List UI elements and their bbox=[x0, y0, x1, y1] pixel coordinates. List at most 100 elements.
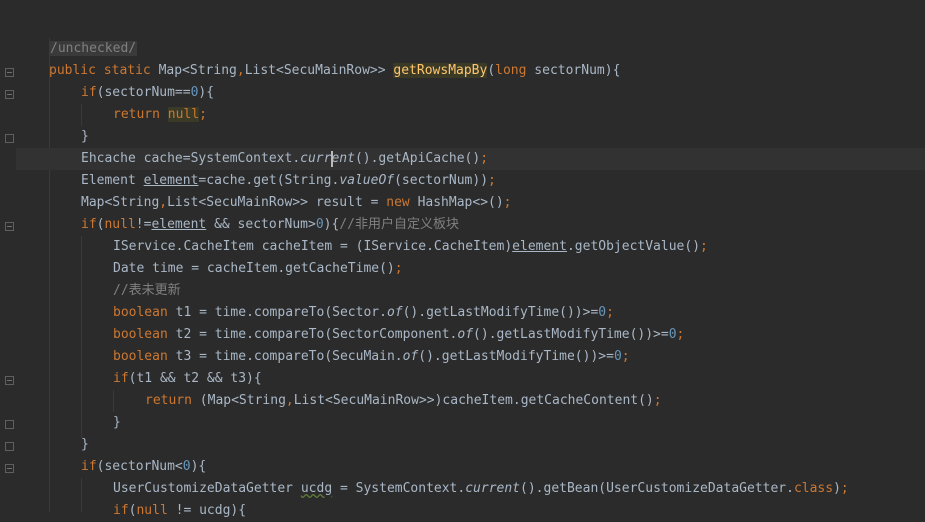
code-token: long bbox=[495, 63, 535, 78]
code-token: if bbox=[81, 85, 97, 100]
code-token: } bbox=[81, 129, 89, 144]
code-token: ; bbox=[621, 349, 630, 364]
code-token: } bbox=[113, 415, 121, 430]
code-token: Ehcache cache=SystemContext. bbox=[81, 151, 301, 166]
fold-marker-icon[interactable] bbox=[5, 90, 14, 99]
code-token: ().getLastModifyTime())>= bbox=[418, 349, 614, 364]
code-token: Map<String bbox=[81, 195, 160, 210]
code-token: ; bbox=[503, 195, 512, 210]
code-token: t1 = time.compareTo(Sector. bbox=[175, 305, 387, 320]
code-token: if bbox=[81, 459, 97, 474]
code-line[interactable]: } bbox=[16, 434, 925, 456]
code-token: 0 bbox=[315, 217, 324, 232]
code-token: element bbox=[143, 173, 199, 188]
code-line[interactable]: if(t1 && t2 && t3){ bbox=[16, 368, 925, 390]
fold-marker-icon[interactable] bbox=[5, 464, 14, 473]
code-token: ; bbox=[653, 393, 662, 408]
code-token: Element bbox=[81, 173, 144, 188]
code-token: Date time = cacheItem.getCacheTime() bbox=[113, 261, 395, 276]
code-token: = SystemContext. bbox=[332, 481, 466, 496]
code-line[interactable]: IService.CacheItem cacheItem = (IService… bbox=[16, 236, 925, 258]
code-token: 0 bbox=[182, 459, 191, 474]
code-token: //表未更新 bbox=[113, 283, 181, 298]
code-token: null bbox=[167, 107, 200, 122]
code-token: element bbox=[151, 217, 207, 232]
code-line[interactable]: } bbox=[16, 412, 925, 434]
code-line[interactable]: public static Map<String,List<SecuMainRo… bbox=[16, 60, 925, 82]
code-token: boolean bbox=[113, 349, 176, 364]
code-token: current bbox=[300, 151, 355, 166]
code-token: of bbox=[457, 327, 474, 342]
code-token: != bbox=[135, 217, 152, 232]
code-token: null bbox=[136, 503, 168, 518]
code-token: UserCustomizeDataGetter bbox=[113, 481, 301, 496]
code-token: 0 bbox=[668, 327, 677, 342]
code-token: ; bbox=[488, 173, 496, 188]
code-token: sectorNum){ bbox=[534, 63, 621, 78]
code-line[interactable]: return (Map<String,List<SecuMainRow>>)ca… bbox=[16, 390, 925, 412]
code-token: && sectorNum> bbox=[206, 217, 316, 232]
fold-marker-icon[interactable] bbox=[5, 376, 14, 385]
code-token: getRowsMapBy bbox=[393, 63, 488, 78]
code-token: 0 bbox=[613, 349, 622, 364]
code-line[interactable]: return null; bbox=[16, 104, 925, 126]
code-token: if bbox=[81, 217, 97, 232]
code-token: if bbox=[113, 371, 129, 386]
code-token: boolean bbox=[113, 305, 176, 320]
fold-marker-icon[interactable] bbox=[5, 68, 14, 77]
code-editor[interactable]: /unchecked/public static Map<String,List… bbox=[16, 0, 925, 518]
code-token: List<SecuMainRow>> bbox=[244, 63, 394, 78]
code-token: HashMap<>() bbox=[417, 195, 504, 210]
code-token: of bbox=[386, 305, 403, 320]
code-token: //非用户自定义板块 bbox=[339, 217, 459, 232]
fold-marker-icon[interactable] bbox=[5, 222, 14, 231]
code-token: .getObjectValue() bbox=[566, 239, 701, 254]
code-line[interactable]: UserCustomizeDataGetter ucdg = SystemCon… bbox=[16, 478, 925, 500]
code-token: , bbox=[236, 63, 245, 78]
fold-marker-icon[interactable] bbox=[5, 420, 14, 429]
code-token: ; bbox=[606, 305, 614, 320]
code-line[interactable]: if(sectorNum<0){ bbox=[16, 456, 925, 478]
code-token: ().getBean(UserCustomizeDataGetter. bbox=[520, 481, 794, 496]
code-token: ( bbox=[487, 63, 496, 78]
code-token: public static bbox=[49, 63, 159, 78]
code-token: != ucdg){ bbox=[167, 503, 247, 518]
code-token: (sectorNum== bbox=[96, 85, 191, 100]
code-token: /unchecked/ bbox=[49, 41, 138, 56]
code-token: Map<String bbox=[158, 63, 237, 78]
code-line[interactable]: if(sectorNum==0){ bbox=[16, 82, 925, 104]
code-line[interactable]: boolean t2 = time.compareTo(SectorCompon… bbox=[16, 324, 925, 346]
code-token: ){ bbox=[323, 217, 340, 232]
code-line[interactable]: /unchecked/ bbox=[16, 38, 925, 60]
code-token: ; bbox=[394, 261, 403, 276]
code-line[interactable]: } bbox=[16, 126, 925, 148]
code-token: (sectorNum< bbox=[96, 459, 183, 474]
code-line[interactable]: //表未更新 bbox=[16, 280, 925, 302]
code-token: ().getLastModifyTime())>= bbox=[402, 305, 599, 320]
code-token: element bbox=[512, 239, 567, 254]
code-token: class bbox=[793, 481, 834, 496]
code-token: ){ bbox=[190, 459, 207, 474]
code-line[interactable]: Map<String,List<SecuMainRow>> result = n… bbox=[16, 192, 925, 214]
code-token: IService.CacheItem cacheItem = (IService… bbox=[113, 239, 513, 254]
code-token: return bbox=[113, 107, 168, 122]
code-token: null bbox=[104, 217, 136, 232]
code-token: ucdg bbox=[300, 481, 333, 496]
code-token: List<SecuMainRow>> result = bbox=[167, 195, 387, 210]
fold-marker-icon[interactable] bbox=[5, 442, 14, 451]
code-line[interactable]: boolean t1 = time.compareTo(Sector.of().… bbox=[16, 302, 925, 324]
code-line[interactable]: Date time = cacheItem.getCacheTime(); bbox=[16, 258, 925, 280]
code-token: if bbox=[113, 503, 129, 518]
code-line[interactable]: Element element=cache.get(String.valueOf… bbox=[16, 170, 925, 192]
code-token: ; bbox=[480, 151, 489, 166]
fold-marker-icon[interactable] bbox=[5, 134, 14, 143]
code-line[interactable]: if(null != ucdg){ bbox=[16, 500, 925, 522]
code-line[interactable]: boolean t3 = time.compareTo(SecuMain.of(… bbox=[16, 346, 925, 368]
code-token: ; bbox=[700, 239, 708, 254]
code-token: ; bbox=[199, 107, 207, 122]
code-line[interactable]: if(null!=element && sectorNum>0){//非用户自定… bbox=[16, 214, 925, 236]
code-token: (t1 && t2 && t3){ bbox=[128, 371, 262, 386]
code-line[interactable]: Ehcache cache=SystemContext.current().ge… bbox=[16, 148, 925, 170]
code-token: valueOf bbox=[339, 173, 395, 188]
code-token: return bbox=[145, 393, 200, 408]
